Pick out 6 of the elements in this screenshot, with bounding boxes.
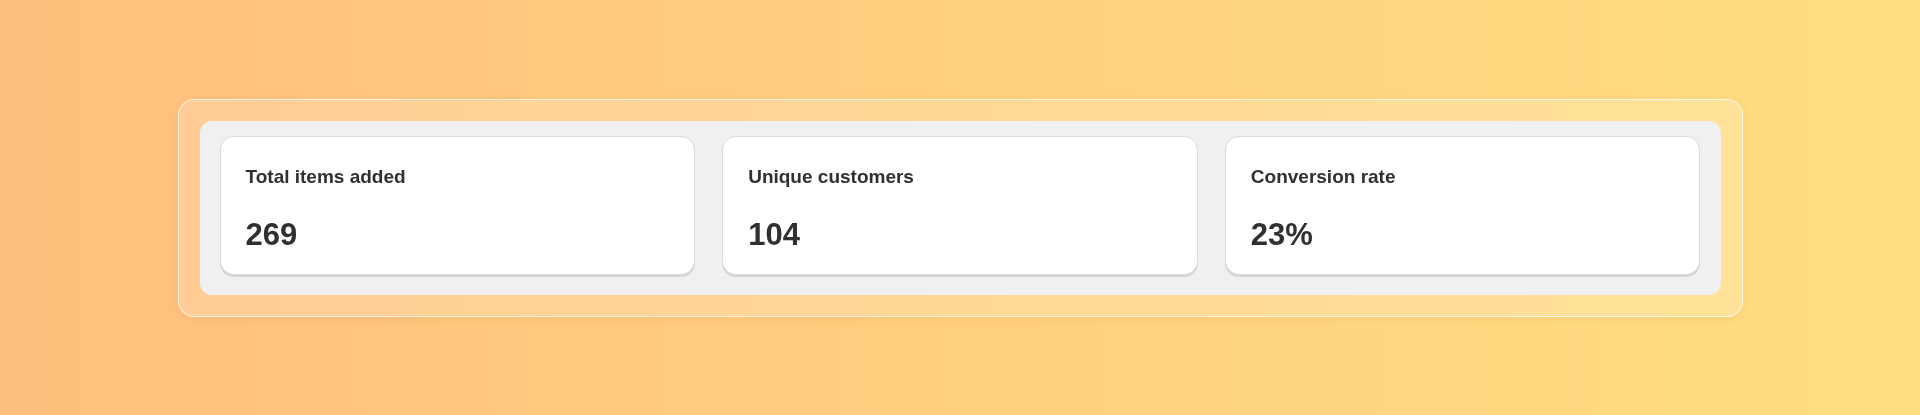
metric-label: Unique customers <box>748 164 915 189</box>
metric-value: 269 <box>245 216 299 253</box>
metric-value: 23% <box>1250 216 1314 253</box>
metric-value: 104 <box>748 216 801 253</box>
metric-label: Conversion rate <box>1250 164 1397 189</box>
metric-label: Total items added <box>245 164 407 189</box>
